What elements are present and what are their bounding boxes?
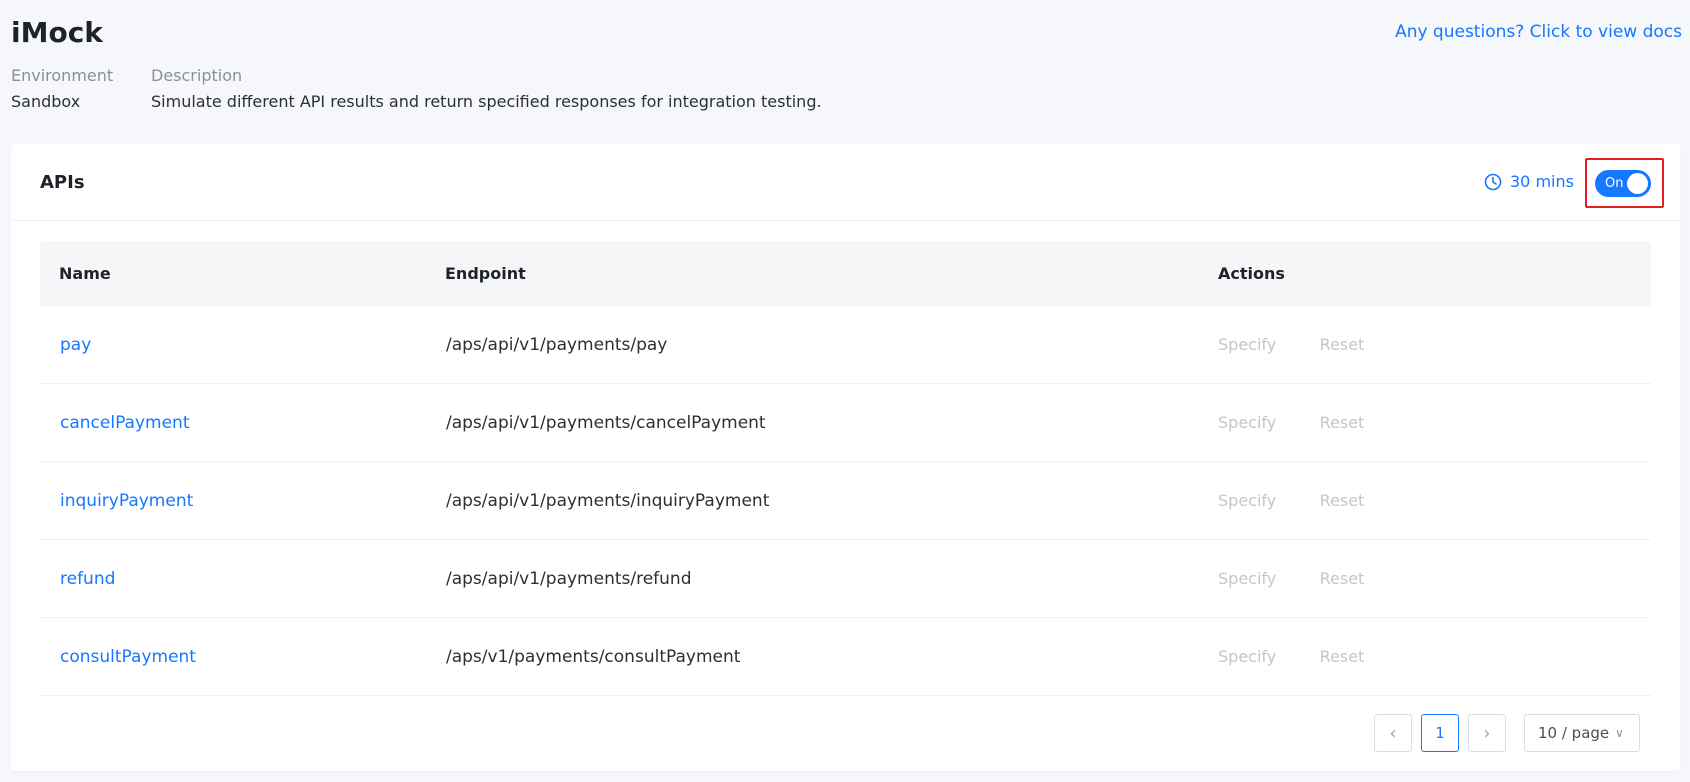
api-endpoint: /aps/api/v1/payments/refund <box>446 568 692 589</box>
column-header-actions: Actions <box>1218 264 1285 283</box>
api-endpoint: /aps/api/v1/payments/cancelPayment <box>446 412 766 433</box>
clock-icon <box>1484 173 1502 190</box>
table-row: refund /aps/api/v1/payments/refund Speci… <box>40 540 1651 618</box>
next-page-button[interactable]: › <box>1468 714 1506 752</box>
api-name-link[interactable]: consultPayment <box>40 647 445 667</box>
specify-button[interactable]: Specify <box>1218 491 1276 510</box>
card-title: APIs <box>40 172 85 193</box>
description-info: Description Simulate different API resul… <box>151 66 822 111</box>
specify-button[interactable]: Specify <box>1218 569 1276 588</box>
chevron-right-icon: › <box>1483 722 1491 744</box>
page-size-select[interactable]: 10 / page ∨ <box>1524 714 1640 752</box>
reset-button[interactable]: Reset <box>1320 335 1365 354</box>
column-header-endpoint: Endpoint <box>445 264 526 283</box>
description-label: Description <box>151 66 243 85</box>
apis-card: APIs 30 mins On Name Endpoint Actions pa… <box>11 144 1680 771</box>
timer-label: 30 mins <box>1510 172 1574 191</box>
api-endpoint: /aps/api/v1/payments/pay <box>446 334 668 355</box>
reset-button[interactable]: Reset <box>1320 413 1365 432</box>
api-endpoint: /aps/api/v1/payments/inquiryPayment <box>446 490 770 511</box>
reset-button[interactable]: Reset <box>1320 647 1365 666</box>
page-size-value: 10 / page <box>1538 724 1610 742</box>
specify-button[interactable]: Specify <box>1218 335 1276 354</box>
table-row: inquiryPayment /aps/api/v1/payments/inqu… <box>40 462 1651 540</box>
table-header: Name Endpoint Actions <box>40 241 1651 306</box>
table-row: pay /aps/api/v1/payments/pay Specify Res… <box>40 306 1651 384</box>
chevron-left-icon: ‹ <box>1389 722 1397 744</box>
reset-button[interactable]: Reset <box>1320 569 1365 588</box>
chevron-down-icon: ∨ <box>1615 726 1624 740</box>
reset-button[interactable]: Reset <box>1320 491 1365 510</box>
description-value: Simulate different API results and retur… <box>151 92 822 111</box>
api-endpoint: /aps/v1/payments/consultPayment <box>446 646 741 667</box>
environment-label: Environment <box>11 66 114 85</box>
toggle-knob <box>1627 173 1648 194</box>
table-row: consultPayment /aps/v1/payments/consultP… <box>40 618 1651 696</box>
card-header: APIs 30 mins On <box>11 144 1680 221</box>
environment-info: Environment Sandbox <box>11 66 113 111</box>
timer: 30 mins <box>1484 172 1574 191</box>
api-name-link[interactable]: cancelPayment <box>40 413 445 433</box>
pagination: ‹ 1 › 10 / page ∨ <box>1374 714 1640 752</box>
prev-page-button[interactable]: ‹ <box>1374 714 1412 752</box>
specify-button[interactable]: Specify <box>1218 647 1276 666</box>
page-header: iMock Any questions? Click to view docs … <box>11 0 1690 140</box>
page-number-button[interactable]: 1 <box>1421 714 1459 752</box>
api-name-link[interactable]: inquiryPayment <box>40 491 445 511</box>
specify-button[interactable]: Specify <box>1218 413 1276 432</box>
toggle-label: On <box>1605 176 1624 191</box>
table-row: cancelPayment /aps/api/v1/payments/cance… <box>40 384 1651 462</box>
api-name-link[interactable]: pay <box>40 335 445 355</box>
api-name-link[interactable]: refund <box>40 569 445 589</box>
apis-table: Name Endpoint Actions pay /aps/api/v1/pa… <box>40 241 1651 696</box>
column-header-name: Name <box>59 264 111 283</box>
page-title: iMock <box>11 16 103 49</box>
docs-link[interactable]: Any questions? Click to view docs <box>1395 22 1682 42</box>
environment-value: Sandbox <box>11 92 81 111</box>
mock-toggle[interactable]: On <box>1595 170 1651 197</box>
